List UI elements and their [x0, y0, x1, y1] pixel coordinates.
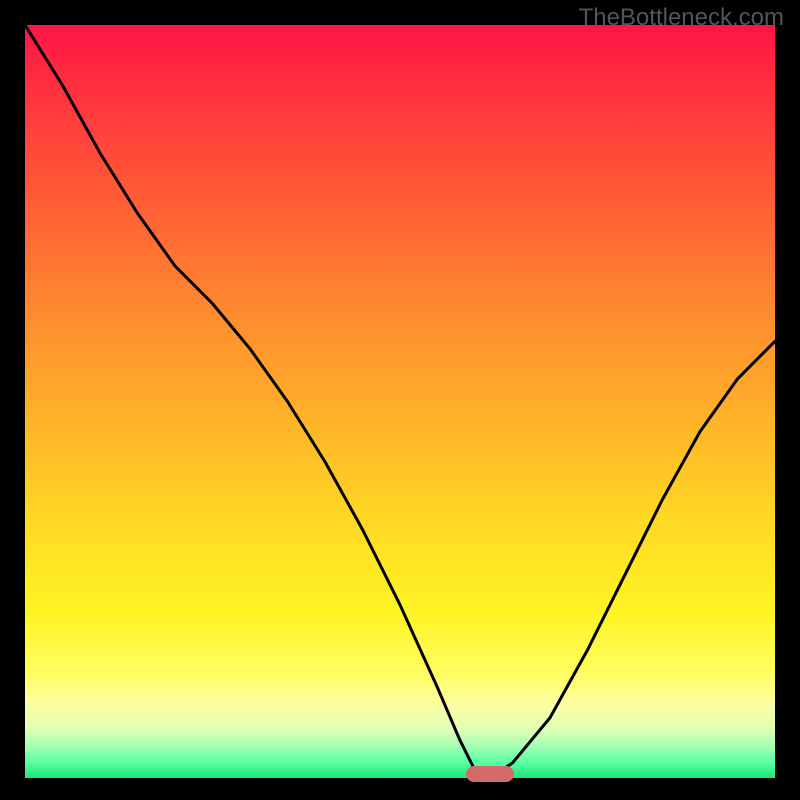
- watermark-text: TheBottleneck.com: [579, 4, 784, 32]
- bottleneck-curve: [25, 25, 775, 778]
- chart-container: TheBottleneck.com: [0, 0, 800, 800]
- valley-marker: [466, 766, 514, 782]
